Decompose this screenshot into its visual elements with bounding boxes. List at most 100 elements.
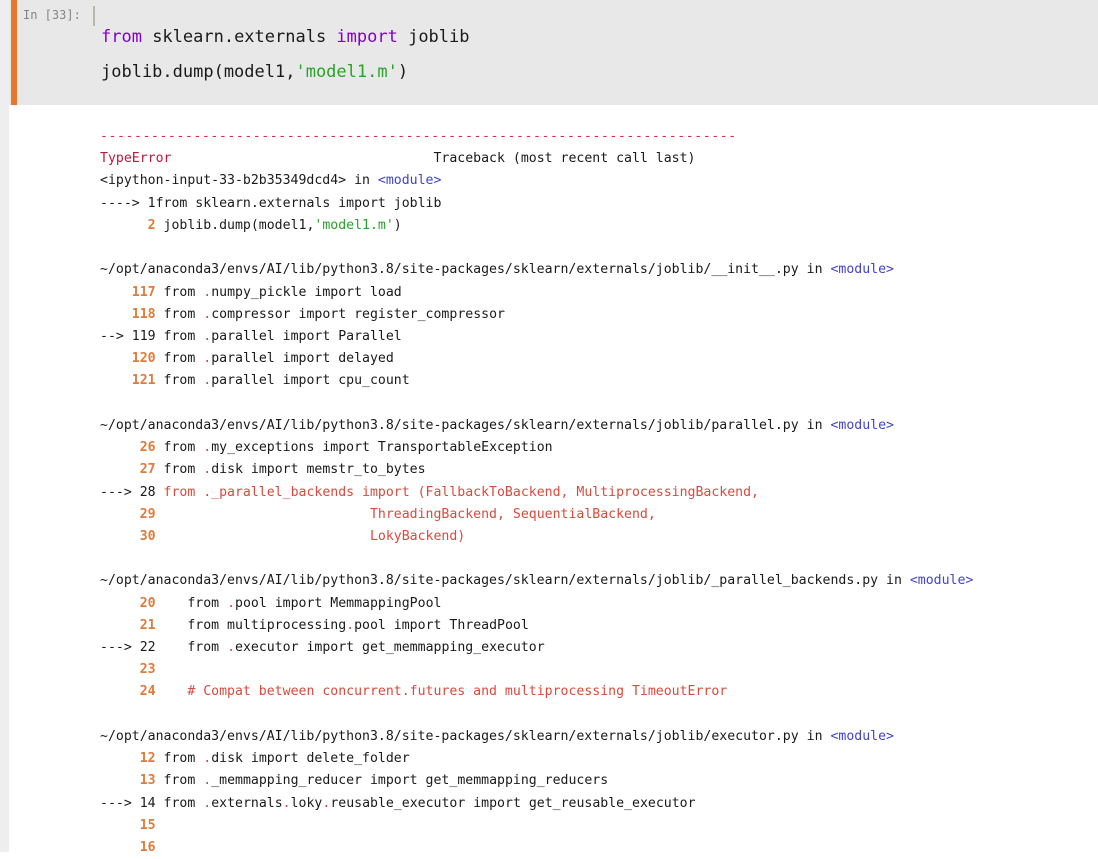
frame-in-keyword: in (878, 573, 910, 589)
frame-arrow-marker: ---> (100, 795, 140, 811)
frame-code-token: from sklearn.externals import joblib (155, 195, 442, 211)
frame-line-number: 26 (139, 440, 156, 456)
frame-code-token: parallel import cpu_count (211, 373, 410, 389)
traceback-frame-location: ~/opt/anaconda3/envs/AI/lib/python3.8/si… (100, 415, 1098, 437)
code-line: joblib.dump(model1,'model1.m') (101, 55, 470, 90)
frame-code-token: # Compat between concurrent.futures and … (155, 684, 728, 700)
frame-code-token: from (155, 351, 204, 367)
traceback-frame-location: ~/opt/anaconda3/envs/AI/lib/python3.8/si… (100, 726, 1098, 748)
frame-code-token: parallel import delayed (211, 351, 394, 367)
frame-code-token: compressor import register_compressor (211, 306, 505, 322)
traceback-source-line: 16 (100, 837, 1098, 859)
frame-code-token: . (203, 795, 212, 811)
traceback-source-line: 20 from .pool import MemmappingPool (100, 593, 1098, 615)
frame-code-token: pool import MemmappingPool (235, 595, 442, 611)
frame-arrow-marker (100, 751, 140, 766)
frame-file-path: ~/opt/anaconda3/envs/AI/lib/python3.8/si… (100, 417, 799, 433)
frame-scope-name: <module> (377, 173, 442, 189)
frame-arrow-marker (100, 285, 132, 300)
frame-code-token: . (203, 751, 212, 767)
frame-code-token: from ._parallel_backends import (Fallbac… (155, 484, 759, 500)
frame-arrow-marker (100, 529, 140, 544)
frame-code-token: from (155, 751, 204, 767)
frame-line-number: 28 (139, 484, 156, 500)
frame-arrow-marker (100, 507, 140, 522)
code-line: from sklearn.externals import joblib (101, 20, 470, 55)
frame-scope-name: <module> (830, 728, 894, 744)
frame-code-token: externals (211, 795, 283, 811)
frame-line-number: 121 (131, 373, 156, 389)
traceback-source-line: 29 ThreadingBackend, SequentialBackend, (100, 504, 1098, 526)
code-editor-text[interactable]: from sklearn.externals import joblib jobl… (101, 20, 470, 90)
frame-code-token: . (346, 617, 355, 633)
frame-file-path: ~/opt/anaconda3/envs/AI/lib/python3.8/si… (100, 728, 799, 744)
traceback-blank-line (100, 548, 1098, 570)
frame-code-token: ) (393, 217, 402, 233)
frame-code-token: . (203, 440, 212, 456)
traceback-source-line: ---> 22 from .executor import get_memmap… (100, 637, 1098, 659)
exception-name: TypeError (100, 151, 172, 167)
frame-code-token: . (203, 351, 212, 367)
traceback-frame-location: ~/opt/anaconda3/envs/AI/lib/python3.8/si… (100, 259, 1098, 281)
frame-code-token: . (227, 595, 236, 611)
frame-arrow-marker (100, 596, 140, 611)
traceback-source-line: 15 (100, 815, 1098, 837)
frame-code-token: pool import ThreadPool (354, 617, 529, 633)
frame-arrow-marker (100, 462, 140, 477)
traceback-blank-line (100, 704, 1098, 726)
frame-line-number: 30 (139, 528, 156, 544)
traceback-source-line: 121 from .parallel import cpu_count (100, 370, 1098, 392)
traceback-source-line: 24 # Compat between concurrent.futures a… (100, 681, 1098, 703)
frame-code-token: ThreadingBackend, SequentialBackend, (155, 506, 656, 522)
frame-line-number: 117 (131, 284, 156, 300)
frame-line-number: 13 (139, 773, 156, 789)
frame-scope-name: <module> (830, 262, 894, 278)
traceback-source-line: ---> 28 from ._parallel_backends import … (100, 482, 1098, 504)
frame-file-path: ~/opt/anaconda3/envs/AI/lib/python3.8/si… (100, 262, 799, 278)
frame-line-number: 2 (147, 217, 156, 233)
separator-rule: ----------------------------------------… (100, 129, 737, 144)
traceback-source-line: ----> 1from sklearn.externals import job… (100, 193, 1098, 215)
frame-line-number: 119 (131, 328, 156, 344)
header-padding (171, 151, 433, 166)
code-token: joblib.dump(model1, (101, 62, 296, 82)
traceback-source-line: 118 from .compressor import register_com… (100, 304, 1098, 326)
frame-line-number: 15 (139, 817, 156, 833)
frame-line-number: 22 (139, 640, 156, 656)
frame-arrow-marker: ---> (100, 640, 140, 656)
frame-code-token: from (155, 640, 228, 656)
frame-code-token: . (203, 328, 212, 344)
frame-arrow-marker: ---> (100, 484, 140, 500)
code-token: 'model1.m' (295, 62, 398, 82)
cell-execution-prompt: In [33]: (23, 8, 81, 22)
frame-code-token: reusable_executor import get_reusable_ex… (330, 795, 696, 811)
traceback-separator: ----------------------------------------… (100, 126, 1098, 148)
frame-code-token: . (203, 773, 212, 789)
frame-arrow-marker: ----> (100, 195, 148, 211)
frame-code-token: loky (290, 795, 323, 811)
frame-arrow-marker (100, 440, 140, 455)
frame-arrow-marker (100, 840, 140, 855)
frame-line-number: 16 (139, 840, 156, 855)
frame-file-path: <ipython-input-33-b2b35349dcd4> (100, 173, 347, 189)
frame-code-token: LokyBackend) (155, 528, 466, 544)
traceback-blank-line (100, 393, 1098, 415)
frame-code-token: from (155, 284, 204, 300)
notebook-left-gutter (0, 0, 9, 852)
frame-file-path: ~/opt/anaconda3/envs/AI/lib/python3.8/si… (100, 573, 879, 589)
frame-code-token: numpy_pickle import load (211, 284, 402, 300)
frame-arrow-marker (100, 351, 132, 366)
frame-arrow-marker (100, 773, 140, 788)
code-cell-input[interactable]: In [33]: from sklearn.externals import j… (9, 0, 1098, 105)
frame-code-token: disk import memstr_to_bytes (211, 462, 426, 478)
frame-code-token: from (155, 462, 204, 478)
frame-line-number: 120 (131, 351, 156, 367)
traceback-blank-line (100, 237, 1098, 259)
frame-code-token: my_exceptions import TransportableExcept… (211, 440, 553, 456)
frame-in-keyword: in (798, 417, 831, 433)
frame-arrow-marker (100, 373, 132, 388)
frame-line-number: 29 (139, 506, 156, 522)
traceback-source-line: 12 from .disk import delete_folder (100, 748, 1098, 770)
frame-code-token: executor import get_memmapping_executor (235, 640, 545, 656)
frame-code-token: . (203, 306, 212, 322)
